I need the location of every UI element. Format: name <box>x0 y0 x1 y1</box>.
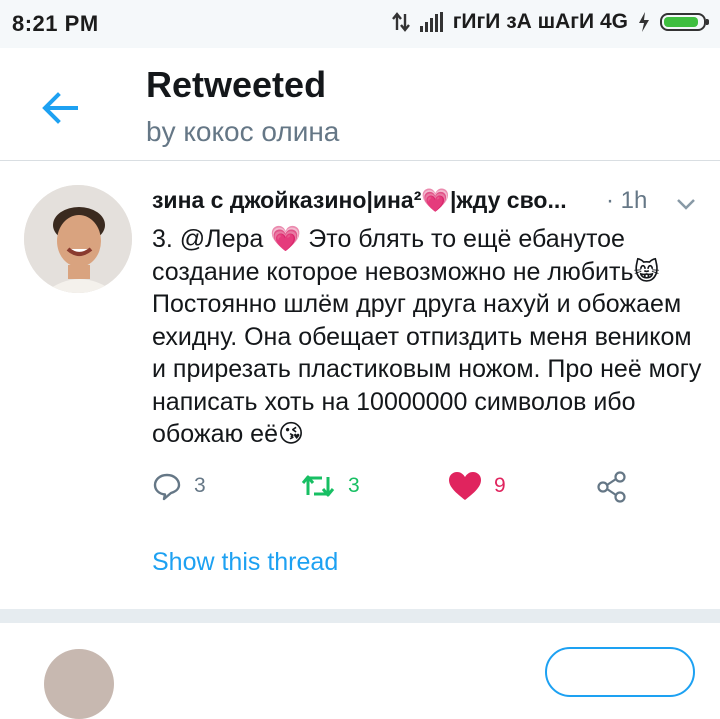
retweet-count: 3 <box>348 474 360 497</box>
status-bar: 8:21 PM гИгИ зА шАгИ 4G <box>0 0 720 48</box>
arrow-left-icon[interactable] <box>38 86 82 130</box>
tweet-header: зина с джойказино|ина²💗|жду сво... · 1h <box>152 187 697 221</box>
signal-strength-icon <box>419 12 443 32</box>
reply-count: 3 <box>194 474 206 497</box>
tweet-card[interactable]: зина с джойказино|ина²💗|жду сво... · 1h … <box>0 161 720 609</box>
data-transfer-icon <box>391 12 410 32</box>
like-count: 9 <box>494 474 506 497</box>
charging-icon <box>639 12 649 32</box>
reply-button[interactable]: 3 <box>152 471 206 501</box>
like-button[interactable]: 9 <box>448 471 506 501</box>
page-title: Retweeted <box>146 64 327 105</box>
page-subtitle: by кокос олина <box>146 116 340 147</box>
status-icons: гИгИ зА шАгИ 4G <box>391 10 709 34</box>
show-thread-link[interactable]: Show this thread <box>152 548 338 577</box>
reply-icon <box>153 473 181 501</box>
tweet-text: 3. @Лера 💗 Это блять то ещё ебанутое соз… <box>152 223 712 451</box>
tweet-timestamp[interactable]: · 1h <box>606 187 647 215</box>
tweet-actions: 3 3 9 <box>152 471 642 511</box>
retweet-button[interactable]: 3 <box>300 471 360 501</box>
author-name[interactable]: зина с джойказино|ина²💗|жду сво... <box>152 187 592 214</box>
tweet-text-content: 3. @Лера 💗 Это блять то ещё ебанутое соз… <box>152 225 709 448</box>
avatar[interactable] <box>24 185 132 293</box>
share-icon <box>597 471 626 503</box>
next-tweet-preview[interactable] <box>0 623 720 719</box>
share-button[interactable] <box>596 471 628 503</box>
status-time: 8:21 PM <box>12 11 99 36</box>
heart-icon <box>449 472 481 500</box>
header: Retweeted by кокос олина <box>0 48 720 161</box>
retweet-icon <box>301 475 335 497</box>
battery-fill <box>664 17 699 27</box>
network-label: гИгИ зА шАгИ 4G <box>452 10 628 33</box>
avatar-photo-icon <box>24 185 132 293</box>
battery-icon <box>660 13 709 31</box>
divider <box>0 609 720 623</box>
chevron-down-icon[interactable] <box>675 193 697 215</box>
next-avatar <box>44 649 114 719</box>
